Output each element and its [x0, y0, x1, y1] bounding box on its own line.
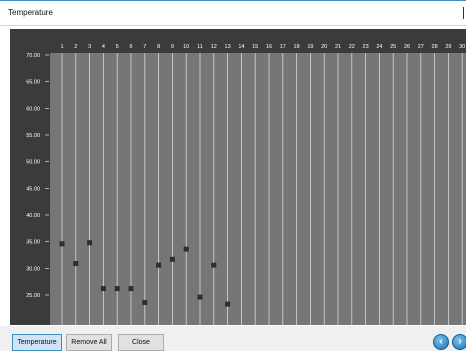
x-tick-label: 4 [102, 44, 105, 50]
y-tick-label: 65.00 [26, 80, 40, 86]
y-tick-label: 60.00 [26, 106, 40, 112]
x-tick-label: 6 [129, 44, 132, 50]
x-tick-label: 7 [143, 44, 146, 50]
data-point [183, 246, 189, 252]
x-tick-label: 12 [211, 44, 217, 50]
data-point [142, 299, 148, 305]
x-tick-label: 30 [459, 44, 465, 50]
title-bar: Temperature [0, 0, 466, 26]
close-button[interactable]: Close [118, 334, 164, 351]
y-tick-label: 70.00 [26, 53, 40, 59]
x-tick-label: 21 [335, 44, 341, 50]
x-tick-label: 8 [157, 44, 160, 50]
data-point [128, 286, 134, 292]
data-point [211, 262, 217, 268]
x-tick-label: 14 [238, 44, 244, 50]
data-point [197, 294, 203, 300]
y-tick-label: 35.00 [26, 240, 40, 246]
x-tick-label: 15 [252, 44, 258, 50]
x-tick-label: 13 [225, 44, 231, 50]
remove-all-button[interactable]: Remove All [66, 334, 112, 351]
x-tick-label: 16 [266, 44, 272, 50]
x-tick-label: 26 [404, 44, 410, 50]
x-tick-label: 20 [321, 44, 327, 50]
y-tick-label: 25.00 [26, 293, 40, 299]
x-tick-label: 22 [349, 44, 355, 50]
x-tick-label: 19 [307, 44, 313, 50]
arrow-left-icon[interactable]: ‹ [433, 334, 449, 350]
data-point [73, 261, 79, 267]
data-point [100, 286, 106, 292]
x-tick-label: 24 [376, 44, 382, 50]
data-point [87, 240, 93, 246]
bottom-toolbar: Temperature Remove All Close ‹ › [0, 326, 466, 351]
chart-svg: 1 2 3 4 5 6 7 8 9 10 11 12 13 14 15 16 17 18 19 20 21 22 23 24 2… [26, 44, 466, 325]
temperature-button[interactable]: Temperature [12, 334, 62, 351]
x-tick-label: 23 [363, 44, 369, 50]
data-point [114, 286, 120, 292]
x-tick-label: 25 [390, 44, 396, 50]
x-tick-label: 10 [183, 44, 189, 50]
y-tick-label: 45.00 [26, 186, 40, 192]
x-tick-label: 11 [197, 44, 203, 50]
plot-area [50, 53, 466, 325]
data-point [156, 262, 162, 268]
x-tick-label: 3 [88, 44, 91, 50]
text-cursor [463, 7, 464, 19]
x-tick-label: 1 [60, 44, 63, 50]
data-point [169, 256, 175, 262]
temperature-chart: 1 2 3 4 5 6 7 8 9 10 11 12 13 14 15 16 17 18 19 20 21 22 23 24 2… [10, 29, 466, 325]
window-title: Temperature [8, 8, 53, 17]
x-tick-label: 17 [280, 44, 286, 50]
y-tick-label: 50.00 [26, 160, 40, 166]
x-tick-label: 29 [445, 44, 451, 50]
y-tick-label: 55.00 [26, 133, 40, 139]
x-tick-label: 28 [432, 44, 438, 50]
x-tick-label: 9 [171, 44, 174, 50]
y-tick-label: 30.00 [26, 266, 40, 272]
y-tick-label: 40.00 [26, 213, 40, 219]
data-point [225, 301, 231, 307]
data-point [59, 241, 65, 247]
x-tick-label: 27 [418, 44, 424, 50]
x-tick-label: 18 [294, 44, 300, 50]
x-tick-label: 5 [116, 44, 119, 50]
x-tick-label: 2 [74, 44, 77, 50]
arrow-right-icon[interactable]: › [452, 334, 466, 350]
